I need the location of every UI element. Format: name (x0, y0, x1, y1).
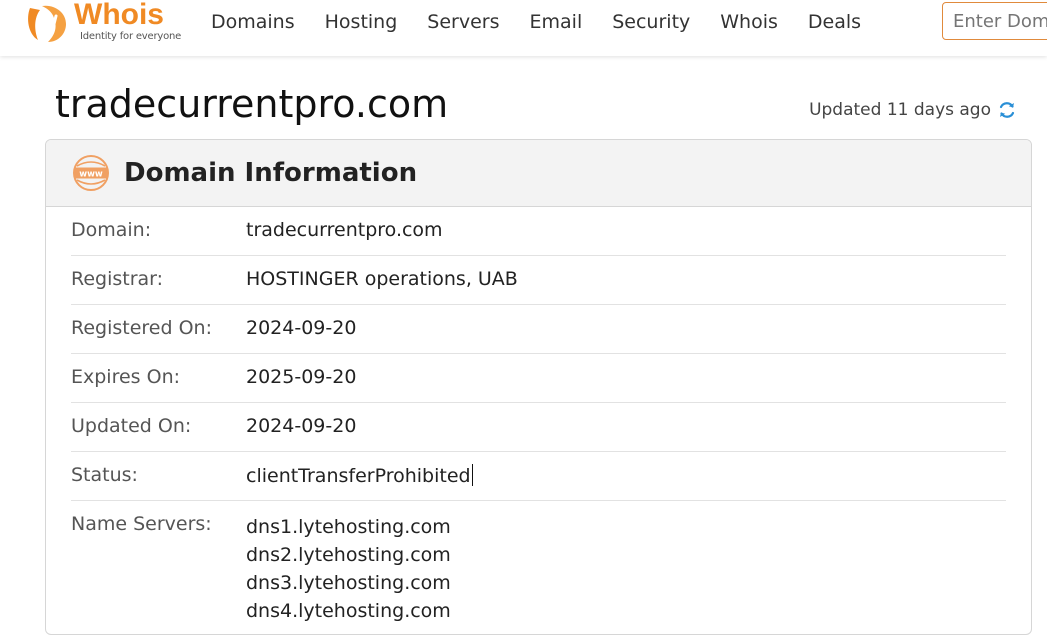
info-rows: Domain: tradecurrentpro.com Registrar: H… (46, 207, 1031, 625)
main-nav: Domains Hosting Servers Email Security W… (196, 0, 876, 44)
nav-servers[interactable]: Servers (412, 11, 514, 33)
text-cursor (471, 464, 473, 486)
row-registrar: Registrar: HOSTINGER operations, UAB (71, 256, 1006, 305)
updated-status: Updated 11 days ago (809, 100, 1017, 120)
row-updated-on: Updated On: 2024-09-20 (71, 403, 1006, 452)
name-server-item: dns2.lytehosting.com (246, 544, 451, 566)
row-name-servers: Name Servers: dns1.lytehosting.com dns2.… (71, 501, 1006, 625)
logo-tagline: Identity for everyone (80, 31, 182, 42)
row-value: 2024-09-20 (246, 317, 357, 339)
domain-search-input[interactable] (942, 2, 1047, 40)
nav-email[interactable]: Email (515, 11, 598, 33)
refresh-icon[interactable] (997, 100, 1017, 120)
nav-deals[interactable]: Deals (793, 11, 876, 33)
row-label: Expires On: (71, 366, 181, 388)
row-expires-on: Expires On: 2025-09-20 (71, 354, 1006, 403)
www-globe-icon: www (73, 155, 109, 191)
row-value: HOSTINGER operations, UAB (246, 268, 518, 290)
row-label: Status: (71, 464, 138, 486)
row-label: Registrar: (71, 268, 164, 290)
row-label: Updated On: (71, 415, 192, 437)
card-title: Domain Information (124, 158, 418, 188)
svg-text:www: www (79, 170, 103, 180)
logo-mark-icon (28, 5, 66, 43)
row-value: 2024-09-20 (246, 415, 357, 437)
page-title: tradecurrentpro.com (55, 82, 449, 126)
row-label: Registered On: (71, 317, 212, 339)
row-status: Status: clientTransferProhibited (71, 452, 1006, 501)
name-server-list: dns1.lytehosting.com dns2.lytehosting.co… (246, 513, 451, 625)
row-label: Domain: (71, 219, 152, 241)
nav-domains[interactable]: Domains (196, 11, 310, 33)
row-value: 2025-09-20 (246, 366, 357, 388)
row-value-status: clientTransferProhibited (246, 464, 473, 487)
name-server-item: dns4.lytehosting.com (246, 600, 451, 622)
status-value: clientTransferProhibited (246, 465, 471, 487)
nav-whois[interactable]: Whois (705, 11, 793, 33)
row-registered-on: Registered On: 2024-09-20 (71, 305, 1006, 354)
whois-logo[interactable]: Whois Identity for everyone (24, 0, 184, 48)
name-server-item: dns3.lytehosting.com (246, 572, 451, 594)
row-label: Name Servers: (71, 513, 212, 535)
nav-security[interactable]: Security (597, 11, 705, 33)
domain-info-card: www Domain Information Domain: tradecurr… (45, 139, 1032, 635)
row-value: tradecurrentpro.com (246, 219, 443, 241)
logo-text: Whois (74, 0, 164, 31)
name-server-item: dns1.lytehosting.com (246, 516, 451, 538)
row-domain: Domain: tradecurrentpro.com (71, 207, 1006, 256)
updated-text: Updated 11 days ago (809, 100, 991, 120)
card-header: www Domain Information (46, 140, 1031, 207)
nav-hosting[interactable]: Hosting (310, 11, 413, 33)
top-navbar: Whois Identity for everyone Domains Host… (0, 0, 1047, 56)
